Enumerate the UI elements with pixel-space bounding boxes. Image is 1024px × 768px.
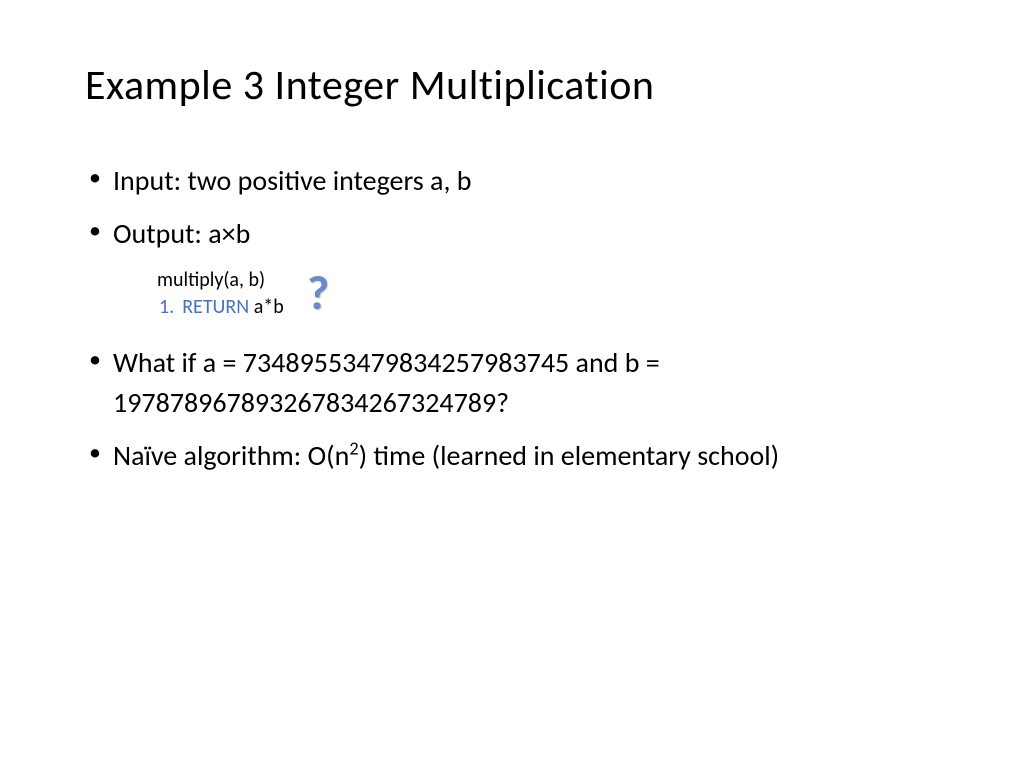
naive-post: ) time (learned in elementary school) xyxy=(359,438,780,473)
code-return-line: 1. RETURN a*b xyxy=(157,294,939,321)
bullet-output: Output: a×b xyxy=(85,214,939,253)
question-mark-icon: ? xyxy=(307,261,329,326)
code-return-keyword: RETURN xyxy=(182,295,249,319)
naive-exponent: 2 xyxy=(349,437,358,459)
code-expression: a*b xyxy=(249,295,284,319)
slide: Example 3 Integer Multiplication Input: … xyxy=(0,0,1024,768)
bullet-whatif: What if a = 73489553479834257983745 and … xyxy=(85,343,939,421)
code-signature: multiply(a, b) xyxy=(157,267,939,294)
bullet-input: Input: two positive integers a, b xyxy=(85,161,939,200)
bullet-naive: Naïve algorithm: O(n2) time (learned in … xyxy=(85,436,939,475)
bullet-list: Input: two positive integers a, b Output… xyxy=(85,161,939,253)
naive-pre: Naïve algorithm: O(n xyxy=(113,438,349,473)
code-line-number: 1. xyxy=(159,295,174,319)
bullet-list-2: What if a = 73489553479834257983745 and … xyxy=(85,343,939,475)
slide-title: Example 3 Integer Multiplication xyxy=(85,60,939,111)
code-block: multiply(a, b) 1.RETURN a*b ? xyxy=(157,267,939,321)
